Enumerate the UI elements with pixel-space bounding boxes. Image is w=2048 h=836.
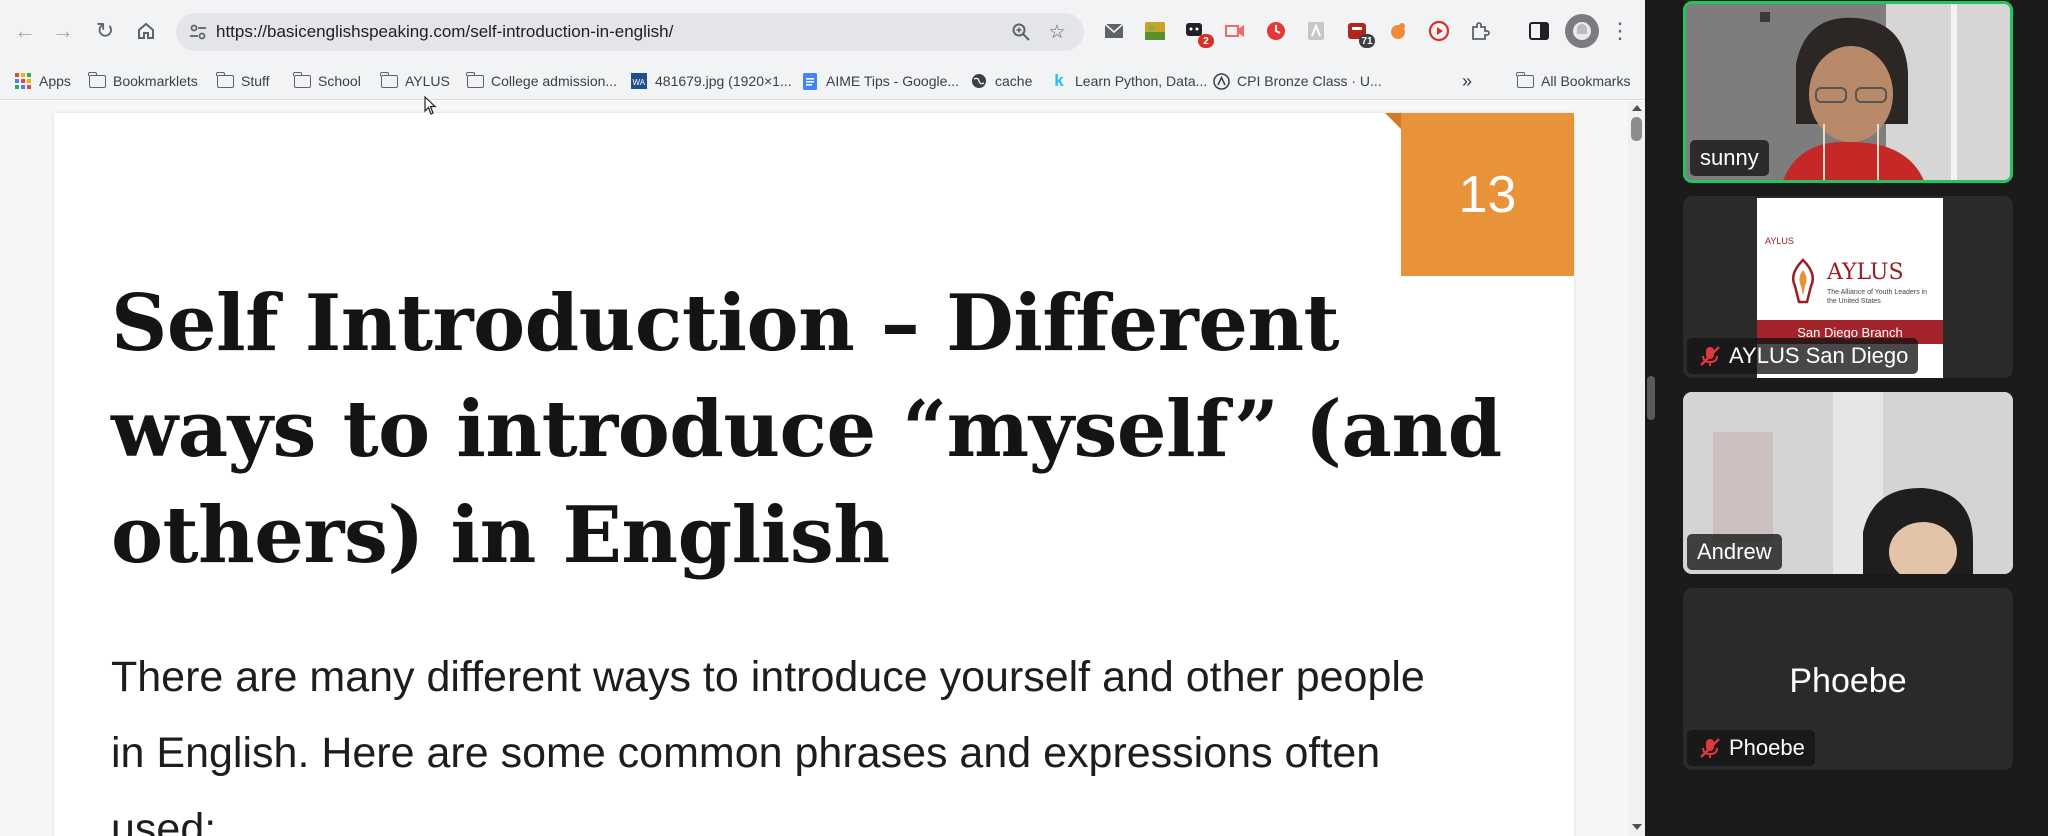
folder-icon bbox=[1515, 71, 1534, 90]
logo-small-text: AYLUS bbox=[1765, 236, 1794, 246]
participant-tile-aylus-san-diego[interactable]: AYLUS AYLUS The Alliance of Youth Leader… bbox=[1683, 196, 2013, 378]
participant-display-name: Phoebe bbox=[1789, 662, 1907, 700]
record-extension-icon[interactable] bbox=[1221, 17, 1249, 45]
folder-icon bbox=[465, 71, 484, 90]
mail-extension-icon[interactable] bbox=[1100, 17, 1128, 45]
bookmark-label: All Bookmarks bbox=[1541, 73, 1631, 89]
bookmark-label: School bbox=[318, 73, 361, 89]
bookmark-label: Learn Python, Data... bbox=[1075, 73, 1208, 89]
bookmark-folder-aylus[interactable]: AYLUS bbox=[379, 68, 450, 94]
participant-tile-sunny[interactable]: sunny bbox=[1683, 1, 2013, 183]
globe-icon bbox=[970, 72, 988, 90]
logo-tagline: The Alliance of Youth Leaders in the Uni… bbox=[1827, 289, 1928, 305]
panel-resize-handle[interactable] bbox=[1647, 376, 1655, 420]
page-viewport[interactable]: 13 Self Introduction – Different ways to… bbox=[0, 101, 1628, 836]
bookmark-label: AYLUS bbox=[405, 73, 450, 89]
bookmark-label: Stuff bbox=[241, 73, 270, 89]
docs-favicon-icon bbox=[801, 72, 819, 90]
screen: ← → ↻ https://basicenglishspeaking.com/s… bbox=[0, 0, 2048, 836]
forward-icon[interactable]: → bbox=[48, 16, 78, 46]
side-panel-icon[interactable] bbox=[1525, 17, 1553, 45]
badge-fold bbox=[1385, 113, 1401, 129]
back-icon[interactable]: ← bbox=[10, 16, 40, 46]
participant-name-tag: Phoebe bbox=[1687, 730, 1815, 766]
address-bar[interactable]: https://basicenglishspeaking.com/self-in… bbox=[176, 13, 1084, 51]
participant-name: AYLUS San Diego bbox=[1729, 343, 1909, 368]
bookmark-label: Bookmarklets bbox=[113, 73, 198, 89]
image-favicon-icon: WA bbox=[630, 72, 648, 90]
participant-name: sunny bbox=[1700, 145, 1759, 170]
zoom-icon[interactable] bbox=[1009, 20, 1033, 44]
profile-avatar-icon[interactable] bbox=[1565, 14, 1599, 48]
article-card: 13 Self Introduction – Different ways to… bbox=[54, 113, 1574, 836]
bookmark-cpi-bronze[interactable]: CPI Bronze Class · U... bbox=[1212, 68, 1382, 94]
bookmark-label: cache bbox=[995, 73, 1033, 89]
url-text[interactable]: https://basicenglishspeaking.com/self-in… bbox=[216, 22, 673, 42]
todo-extension-icon[interactable]: 71 bbox=[1343, 17, 1375, 48]
browser-toolbar: ← → ↻ https://basicenglishspeaking.com/s… bbox=[0, 0, 1645, 62]
participant-name: Phoebe bbox=[1729, 735, 1805, 760]
chat-extension-icon[interactable]: 2 bbox=[1182, 17, 1214, 48]
k-favicon-icon: k bbox=[1054, 71, 1064, 90]
bookmark-learn-python[interactable]: k Learn Python, Data... bbox=[1050, 68, 1207, 94]
site-settings-icon[interactable] bbox=[188, 22, 208, 42]
scene-extension-icon[interactable] bbox=[1141, 17, 1169, 45]
folder-icon bbox=[379, 71, 398, 90]
scrollbar-thumb[interactable] bbox=[1631, 117, 1642, 141]
browser-window: ← → ↻ https://basicenglishspeaking.com/s… bbox=[0, 0, 1645, 836]
folder-icon bbox=[87, 71, 106, 90]
muted-mic-icon bbox=[1700, 738, 1720, 758]
bookmark-apps[interactable]: Apps bbox=[14, 68, 71, 94]
grey-extension-icon[interactable] bbox=[1302, 17, 1330, 45]
bookmark-folder-school[interactable]: School bbox=[292, 68, 361, 94]
logo-brand-text: AYLUS bbox=[1827, 260, 1904, 285]
participant-name-tag: Andrew bbox=[1687, 534, 1782, 570]
bookmark-folder-college[interactable]: College admission... bbox=[465, 68, 618, 94]
apps-grid-icon bbox=[14, 72, 32, 90]
participant-name-tag: AYLUS San Diego bbox=[1687, 338, 1919, 374]
bookmark-aime-tips[interactable]: AIME Tips - Google... bbox=[801, 68, 959, 94]
bookmark-label: College admission... bbox=[491, 73, 618, 89]
a-favicon-icon bbox=[1212, 72, 1230, 90]
bookmark-label: AIME Tips - Google... bbox=[826, 73, 960, 89]
badge-number: 13 bbox=[1458, 165, 1517, 224]
reload-icon[interactable]: ↻ bbox=[90, 16, 120, 46]
bookmark-folder-bookmarklets[interactable]: Bookmarklets bbox=[87, 68, 198, 94]
page-scrollbar[interactable] bbox=[1628, 101, 1645, 836]
home-icon[interactable] bbox=[131, 16, 161, 46]
participant-tile-phoebe[interactable]: Phoebe Phoebe bbox=[1683, 588, 2013, 770]
article-title: Self Introduction – Different ways to in… bbox=[111, 278, 1502, 581]
browser-menu-icon[interactable]: ⋮ bbox=[1608, 16, 1632, 46]
muted-mic-icon bbox=[1700, 346, 1720, 366]
scroll-up-arrow-icon[interactable] bbox=[1632, 105, 1642, 111]
hand-extension-icon[interactable] bbox=[1384, 17, 1412, 45]
article-paragraph: There are many different ways to introdu… bbox=[111, 653, 1425, 836]
torch-logo-icon bbox=[1792, 258, 1814, 304]
timer-extension-icon[interactable] bbox=[1262, 17, 1290, 45]
notification-badge: 2 bbox=[1198, 34, 1214, 48]
play-extension-icon[interactable] bbox=[1425, 17, 1453, 45]
bookmark-folder-stuff[interactable]: Stuff bbox=[215, 68, 270, 94]
more-bookmarks-chevron[interactable]: » bbox=[1462, 68, 1472, 94]
bookmark-star-icon[interactable]: ☆ bbox=[1045, 20, 1069, 44]
bookmark-image[interactable]: WA 481679.jpg (1920×1... bbox=[630, 68, 792, 94]
bookmarks-bar: Apps Bookmarklets Stuff School AYLUS Col… bbox=[0, 62, 1645, 100]
number-badge: 13 bbox=[1385, 113, 1574, 276]
folder-icon bbox=[292, 71, 311, 90]
svg-text:WA: WA bbox=[633, 78, 646, 87]
bookmark-cache[interactable]: cache bbox=[970, 68, 1032, 94]
bookmark-label: Apps bbox=[39, 73, 71, 89]
scroll-down-arrow-icon[interactable] bbox=[1632, 824, 1642, 830]
bookmark-label: CPI Bronze Class · U... bbox=[1237, 73, 1382, 89]
folder-icon bbox=[215, 71, 234, 90]
notification-badge: 71 bbox=[1359, 34, 1375, 48]
participant-name-tag: sunny bbox=[1690, 140, 1769, 176]
participant-name: Andrew bbox=[1697, 539, 1772, 564]
all-bookmarks-folder[interactable]: All Bookmarks bbox=[1515, 68, 1631, 94]
extensions-puzzle-icon[interactable] bbox=[1466, 17, 1494, 45]
participant-tile-andrew[interactable]: Andrew bbox=[1683, 392, 2013, 574]
bookmark-label: 481679.jpg (1920×1... bbox=[655, 73, 792, 89]
